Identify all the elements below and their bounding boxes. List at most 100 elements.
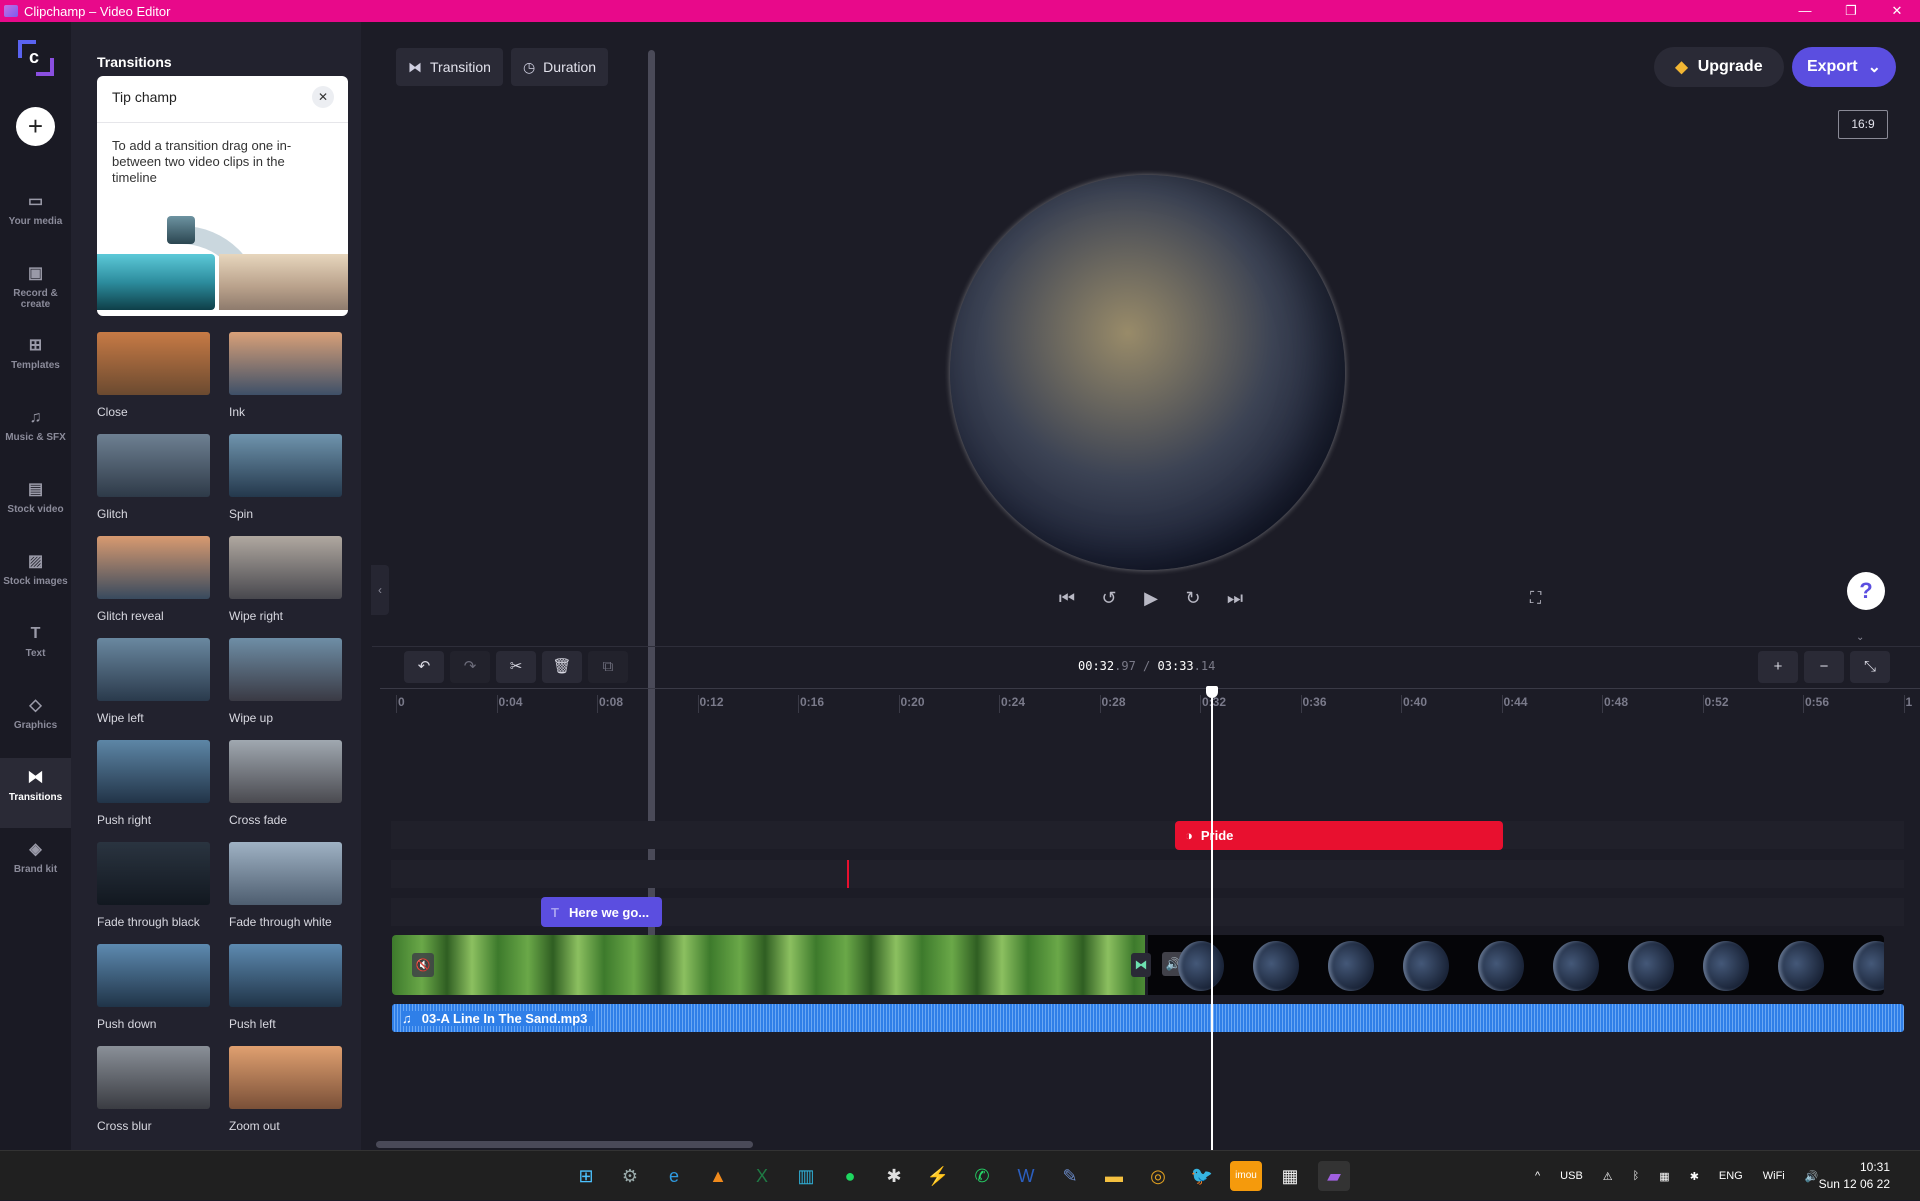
forward-5s-icon[interactable]: ↻	[1181, 588, 1205, 609]
clock[interactable]: 10:31 Sun 12 06 22	[1819, 1159, 1890, 1193]
rail-item-your-media[interactable]: ▭ Your media	[0, 182, 71, 252]
tray-item-[interactable]: ^	[1535, 1170, 1540, 1182]
zoom-in-button[interactable]: +	[1758, 651, 1798, 683]
timeline-ruler[interactable]: 0 0:04 0:08 0:12 0:16 0:20 0:24 0:28 0:32 0:36 0:4…	[380, 688, 1920, 713]
taskbar-edge-icon[interactable]: e	[658, 1161, 690, 1191]
taskbar-store-icon[interactable]: ▦	[1274, 1161, 1306, 1191]
fullscreen-icon[interactable]: ⛶	[1530, 590, 1541, 608]
transition-wipe-up[interactable]: Wipe up	[229, 638, 345, 725]
zoom-out-button[interactable]: −	[1804, 651, 1844, 683]
transition-glitch[interactable]: Glitch	[97, 434, 213, 521]
transition-cross-fade[interactable]: Cross fade	[229, 740, 345, 827]
transition-label: Transition	[430, 59, 491, 75]
text-clip[interactable]: T Here we go...	[541, 897, 662, 927]
transition-fade-through-white[interactable]: Fade through white	[229, 842, 345, 929]
close-window-button[interactable]: ✕	[1874, 0, 1920, 22]
rewind-5s-icon[interactable]: ↺	[1097, 588, 1121, 609]
create-new-button[interactable]: +	[16, 107, 55, 146]
transition-marker-icon[interactable]: ⧓	[1131, 953, 1151, 977]
transition-ink[interactable]: Ink	[229, 332, 345, 419]
transition-wipe-left[interactable]: Wipe left	[97, 638, 213, 725]
transition-glitch-reveal[interactable]: Glitch reveal	[97, 536, 213, 623]
transition-close[interactable]: Close	[97, 332, 213, 419]
tip-close-button[interactable]: ✕	[312, 86, 334, 108]
tray-item-usb[interactable]: USB	[1560, 1170, 1583, 1182]
help-button[interactable]: ?	[1847, 572, 1885, 610]
split-button[interactable]: ✂	[496, 651, 536, 683]
tray-item-[interactable]: 🔊	[1805, 1170, 1819, 1183]
rail-item-stock-video[interactable]: ▤ Stock video	[0, 470, 71, 540]
delete-button[interactable]: 🗑	[542, 651, 582, 683]
collapse-panel-button[interactable]: ‹	[371, 565, 389, 615]
redo-button[interactable]: ↷	[450, 651, 490, 683]
pride-filter-clip[interactable]: ◑ Pride	[1175, 821, 1503, 850]
taskbar-twitter-icon[interactable]: 🐦	[1186, 1161, 1218, 1191]
aspect-ratio-button[interactable]: 16:9	[1838, 110, 1888, 139]
add-media-button[interactable]: ⧉	[588, 651, 628, 683]
forest-video-clip[interactable]: 🔇	[392, 935, 1145, 995]
rail-item-brand-kit[interactable]: ◈ Brand kit	[0, 830, 71, 900]
transition-push-down[interactable]: Push down	[97, 944, 213, 1031]
undo-button[interactable]: ↶	[404, 651, 444, 683]
duration-button[interactable]: ◷ Duration	[510, 48, 609, 86]
playhead[interactable]	[1206, 686, 1218, 1150]
taskbar-clipchamp-icon[interactable]: ▰	[1318, 1161, 1350, 1191]
taskbar-chrome-icon[interactable]: ◎	[1142, 1161, 1174, 1191]
tray-item-wifi[interactable]: WiFi	[1763, 1170, 1785, 1182]
skip-to-end-icon[interactable]: ⏭	[1223, 588, 1247, 609]
tray-item-eng[interactable]: ENG	[1719, 1170, 1743, 1182]
taskbar-slack-icon[interactable]: ✱	[878, 1161, 910, 1191]
restore-button[interactable]: ❐	[1828, 0, 1874, 22]
timeline-scrollbar[interactable]	[376, 1141, 753, 1148]
transition-cross-blur[interactable]: Cross blur	[97, 1046, 213, 1133]
transition-push-right[interactable]: Push right	[97, 740, 213, 827]
tray-item-[interactable]: ᛒ	[1633, 1170, 1640, 1182]
collapse-timeline-icon[interactable]: ⌄	[1856, 632, 1864, 643]
taskbar-paint-icon[interactable]: ✎	[1054, 1161, 1086, 1191]
transition-zoom-out[interactable]: Zoom out	[229, 1046, 345, 1133]
minimize-button[interactable]: —	[1782, 0, 1828, 22]
tray-item-[interactable]: ✱	[1690, 1170, 1699, 1183]
play-icon[interactable]: ▶	[1139, 588, 1163, 609]
taskbar-excel-icon[interactable]: X	[746, 1161, 778, 1191]
rail-item-transitions[interactable]: ⧓ Transitions	[0, 758, 71, 828]
upgrade-button[interactable]: ◆ Upgrade	[1654, 47, 1784, 87]
taskbar-app-blue-icon[interactable]: ▥	[790, 1161, 822, 1191]
taskbar-whatsapp-icon[interactable]: ✆	[966, 1161, 998, 1191]
export-button[interactable]: Export ⌄	[1792, 47, 1896, 87]
earth-video-clip[interactable]: 🔊	[1148, 935, 1884, 995]
rail-item-music-sfx[interactable]: ♫ Music & SFX	[0, 398, 71, 468]
transition-fade-through-black[interactable]: Fade through black	[97, 842, 213, 929]
transition-push-left[interactable]: Push left	[229, 944, 345, 1031]
current-time-frac: .97	[1114, 659, 1136, 673]
transition-wipe-right[interactable]: Wipe right	[229, 536, 345, 623]
muted-speaker-icon[interactable]: 🔇	[412, 953, 434, 977]
your-media-icon: ▭	[27, 193, 44, 210]
earth-frame-thumbnail	[1478, 941, 1524, 991]
taskbar-vlc-icon[interactable]: ▲	[702, 1161, 734, 1191]
fit-timeline-button[interactable]: ⤡	[1850, 651, 1890, 683]
panel-scrollbar[interactable]	[648, 50, 655, 995]
audio-clip[interactable]: ♫ 03-A Line In The Sand.mp3	[392, 1004, 1904, 1032]
transition-spin[interactable]: Spin	[229, 434, 345, 521]
rail-item-text[interactable]: T Text	[0, 614, 71, 684]
tray-item-[interactable]: ⚠	[1603, 1170, 1613, 1183]
taskbar-explorer-icon[interactable]: ▬	[1098, 1161, 1130, 1191]
transition-thumbnail	[97, 332, 210, 395]
taskbar-start-icon[interactable]: ⊞	[570, 1161, 602, 1191]
taskbar-settings-icon[interactable]: ⚙	[614, 1161, 646, 1191]
clipchamp-logo[interactable]: c	[18, 40, 54, 76]
rail-item-graphics[interactable]: ◇ Graphics	[0, 686, 71, 756]
skip-to-start-icon[interactable]: ⏮	[1055, 588, 1079, 609]
rail-item-stock-images[interactable]: ▨ Stock images	[0, 542, 71, 612]
transition-thumbnail	[229, 740, 342, 803]
taskbar-spotify-icon[interactable]: ●	[834, 1161, 866, 1191]
transition-button[interactable]: ⧓ Transition	[396, 48, 503, 86]
taskbar-word-icon[interactable]: W	[1010, 1161, 1042, 1191]
tray-item-[interactable]: ▦	[1659, 1170, 1669, 1183]
rail-item-templates[interactable]: ⊞ Templates	[0, 326, 71, 396]
transition-thumbnail	[229, 332, 342, 395]
rail-item-record-create[interactable]: ▣ Record & create	[0, 254, 71, 324]
taskbar-imou-icon[interactable]: imou	[1230, 1161, 1262, 1191]
taskbar-messenger-icon[interactable]: ⚡	[922, 1161, 954, 1191]
